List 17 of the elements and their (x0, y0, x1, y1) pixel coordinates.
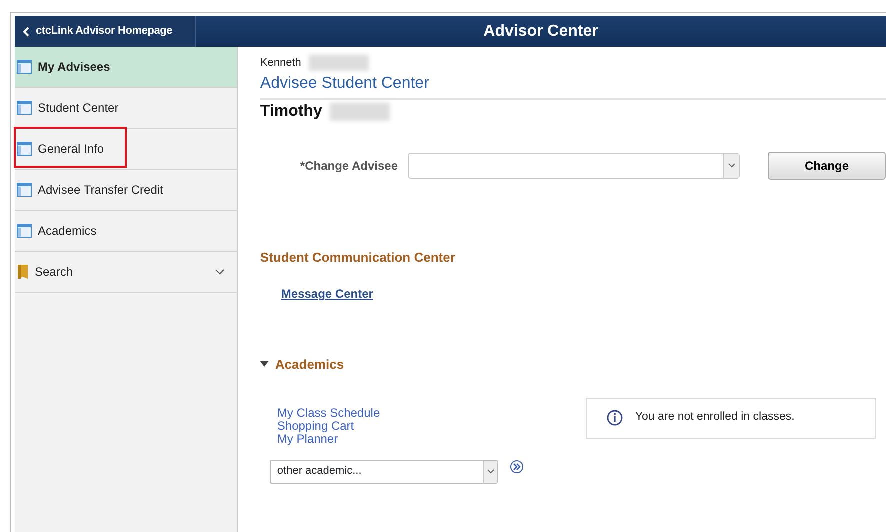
academic-link[interactable]: Shopping Cart (277, 420, 586, 432)
academic-link[interactable]: My Planner (277, 432, 586, 446)
advisor-name: Kenneth (260, 56, 302, 71)
sidebar-item[interactable]: My Advisees (15, 47, 238, 88)
section-title: Advisee Student Center (260, 72, 886, 100)
sidebar-item[interactable]: General Info (15, 129, 238, 170)
message-center-link[interactable]: Message Center (281, 287, 374, 301)
academic-link[interactable]: My Class Schedule (277, 406, 586, 420)
section-heading[interactable]: Academics (275, 355, 344, 374)
change-button[interactable]: Change (768, 152, 886, 180)
field-label: *Change Advisee (300, 158, 398, 174)
back-button[interactable]: ctcLink Advisor Homepage (15, 16, 196, 47)
message-text: You are not enrolled in classes. (635, 410, 795, 426)
page-title: Advisor Center (482, 22, 600, 42)
academic-select[interactable]: other academic... (270, 460, 498, 484)
student-name: Timothy (260, 102, 322, 122)
section-heading: Student Communication Center (260, 248, 456, 266)
